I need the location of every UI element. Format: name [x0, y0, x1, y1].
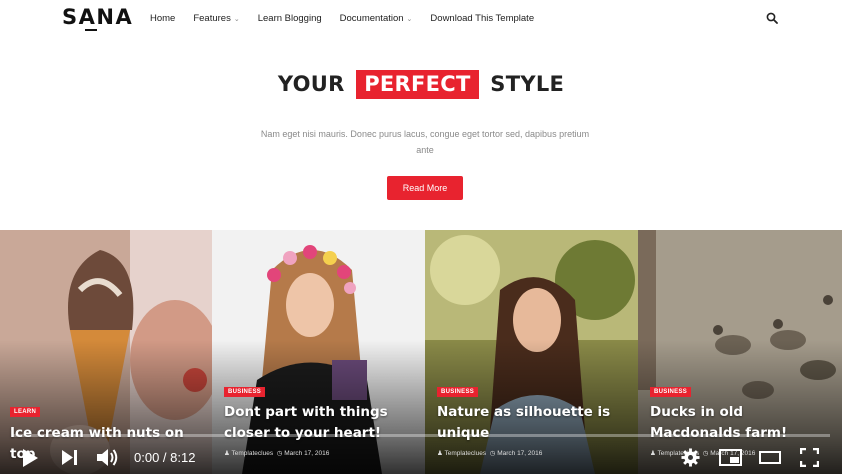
- nav-label: Documentation: [339, 13, 404, 24]
- post-card[interactable]: Business Ducks in old Macdonalds farm! ♟…: [638, 230, 842, 474]
- nav-label: Learn Blogging: [257, 13, 322, 24]
- chevron-down-icon: ⌄: [406, 16, 413, 23]
- logo-underline: [85, 29, 97, 31]
- play-icon[interactable]: [22, 449, 38, 467]
- chevron-down-icon: ⌄: [233, 16, 240, 23]
- hero-title-pre: YOUR: [277, 72, 345, 96]
- featured-posts: Learn Ice cream with nuts on top Busines…: [0, 230, 842, 474]
- nav-item-features[interactable]: Features ⌄: [193, 13, 239, 24]
- hero-title-post: STYLE: [490, 72, 565, 96]
- next-icon[interactable]: [62, 450, 77, 465]
- video-controls: 0:00 / 8:12: [0, 440, 842, 474]
- post-card[interactable]: Learn Ice cream with nuts on top: [0, 230, 212, 474]
- post-card[interactable]: Business Nature as silhouette is unique …: [425, 230, 638, 474]
- category-badge[interactable]: Learn: [10, 407, 41, 417]
- category-badge[interactable]: Business: [437, 387, 479, 397]
- nav-label: Features: [193, 13, 231, 24]
- nav-item-home[interactable]: Home: [150, 13, 175, 24]
- hero-subtitle: Nam eget nisi mauris. Donec purus lacus,…: [260, 129, 590, 155]
- hero-title-highlight: PERFECT: [356, 70, 479, 99]
- video-progress-bar[interactable]: [12, 434, 830, 437]
- top-navigation: SANA Home Features ⌄ Learn Blogging Docum…: [0, 0, 842, 40]
- volume-icon[interactable]: [97, 448, 119, 467]
- category-badge[interactable]: Business: [224, 387, 266, 397]
- main-nav: Home Features ⌄ Learn Blogging Documentat…: [150, 13, 552, 24]
- post-card[interactable]: Business Dont part with things closer to…: [212, 230, 425, 474]
- theater-mode-icon[interactable]: [759, 451, 781, 464]
- video-time: 0:00 / 8:12: [134, 450, 196, 465]
- hero-title: YOUR PERFECT STYLE: [0, 70, 842, 99]
- gear-icon[interactable]: [681, 448, 700, 467]
- post-title[interactable]: Nature as silhouette is unique: [437, 402, 632, 444]
- category-badge[interactable]: Business: [650, 387, 692, 397]
- search-icon[interactable]: [766, 12, 778, 24]
- miniplayer-icon[interactable]: [719, 449, 742, 466]
- site-logo[interactable]: SANA: [62, 5, 133, 29]
- nav-label: Download This Template: [430, 13, 535, 24]
- nav-item-documentation[interactable]: Documentation ⌄: [340, 13, 413, 24]
- nav-label: Home: [150, 13, 176, 24]
- read-more-button[interactable]: Read More: [387, 176, 463, 200]
- post-title[interactable]: Ducks in old Macdonalds farm!: [650, 402, 838, 444]
- nav-item-download-template[interactable]: Download This Template: [430, 13, 534, 24]
- fullscreen-icon[interactable]: [800, 448, 819, 467]
- post-title[interactable]: Dont part with things closer to your hea…: [224, 402, 419, 444]
- nav-item-learn-blogging[interactable]: Learn Blogging: [258, 13, 322, 24]
